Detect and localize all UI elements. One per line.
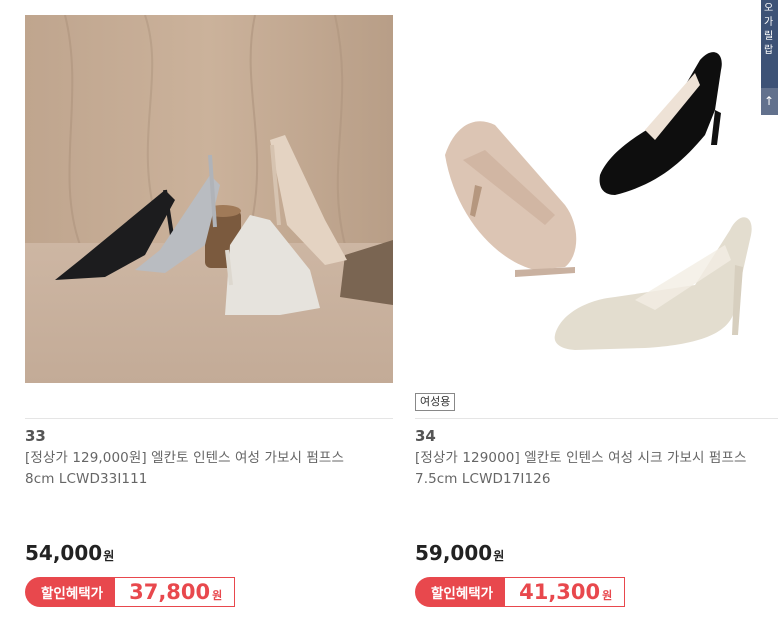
product-name[interactable]: [정상가 129000] 엘칸토 인텐스 여성 시크 가보시 펌프스 7.5cm… bbox=[415, 448, 765, 490]
product-number: 33 bbox=[25, 427, 46, 445]
price-amount: 54,000 bbox=[25, 541, 103, 565]
target-badge: 여성용 bbox=[415, 393, 456, 411]
discount-price-badge: 할인혜택가 41,300 원 bbox=[415, 577, 626, 607]
discount-label: 할인혜택가 bbox=[415, 577, 506, 607]
scroll-top-button[interactable]: ↑ bbox=[761, 88, 778, 115]
divider bbox=[25, 418, 393, 419]
product-price: 59,000원 bbox=[415, 541, 504, 565]
discount-unit: 원 bbox=[212, 589, 223, 602]
discount-value: 41,300 원 bbox=[505, 577, 626, 607]
price-unit: 원 bbox=[103, 549, 115, 563]
floating-side-panel[interactable]: 오 가 릴 랍 ↑ bbox=[761, 0, 778, 115]
product-image[interactable] bbox=[25, 15, 393, 383]
product-number: 34 bbox=[415, 427, 436, 445]
discount-unit: 원 bbox=[602, 589, 613, 602]
product-card[interactable]: 여성용 34 [정상가 129000] 엘칸토 인텐스 여성 시크 가보시 펌프… bbox=[415, 0, 778, 620]
product-image[interactable] bbox=[415, 15, 778, 383]
discount-label: 할인혜택가 bbox=[25, 577, 116, 607]
divider bbox=[415, 418, 778, 419]
product-card[interactable]: 33 [정상가 129,000원] 엘칸토 인텐스 여성 가보시 펌프스 8cm… bbox=[25, 0, 393, 620]
discount-value: 37,800 원 bbox=[115, 577, 236, 607]
price-amount: 59,000 bbox=[415, 541, 493, 565]
price-unit: 원 bbox=[493, 549, 505, 563]
discount-price-badge: 할인혜택가 37,800 원 bbox=[25, 577, 236, 607]
product-name[interactable]: [정상가 129,000원] 엘칸토 인텐스 여성 가보시 펌프스 8cm LC… bbox=[25, 448, 375, 490]
discount-amount: 41,300 bbox=[519, 580, 601, 604]
discount-amount: 37,800 bbox=[129, 580, 211, 604]
product-price: 54,000원 bbox=[25, 541, 114, 565]
side-panel-text[interactable]: 오 가 릴 랍 bbox=[761, 0, 778, 88]
